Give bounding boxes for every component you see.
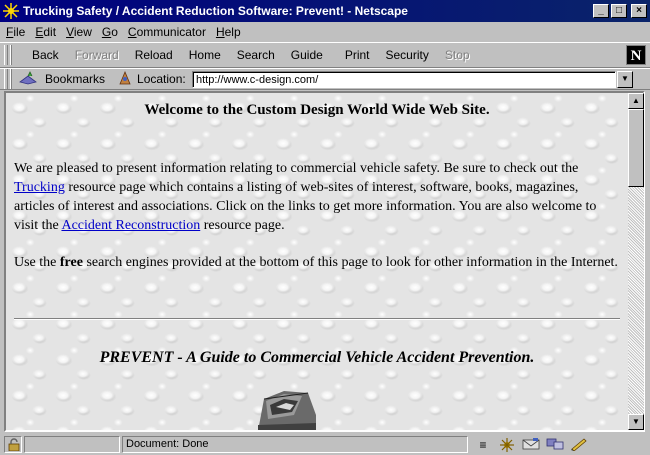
- maximize-button[interactable]: □: [611, 4, 627, 18]
- location-label: Location:: [137, 72, 186, 86]
- search-text-2: search engines provided at the bottom of…: [82, 255, 618, 270]
- minimize-button[interactable]: _: [593, 4, 609, 18]
- window-title: Trucking Safety / Accident Reduction Sof…: [23, 4, 408, 18]
- navigation-toolbar: Back Forward Reload Home Search Guide Pr…: [0, 42, 650, 68]
- navigator-icon[interactable]: [498, 437, 516, 453]
- menu-help[interactable]: Help: [216, 25, 241, 39]
- search-paragraph: Use the free search engines provided at …: [14, 253, 622, 272]
- mail-icon[interactable]: [522, 437, 540, 453]
- status-bar: Document: Done ≡: [0, 434, 650, 455]
- security-lock-icon[interactable]: [4, 436, 22, 453]
- bookmarks-icon: [18, 70, 40, 89]
- location-grip-handle[interactable]: [4, 69, 8, 89]
- print-button[interactable]: Print: [331, 48, 378, 62]
- progress-meter: [24, 436, 120, 453]
- content-frame: Welcome to the Custom Design World Wide …: [4, 91, 645, 432]
- menu-bar: File Edit View Go Communicator Help: [0, 22, 650, 42]
- netscape-logo[interactable]: N: [626, 45, 646, 65]
- security-button[interactable]: Security: [378, 48, 437, 62]
- intro-text-1: We are pleased to present information re…: [14, 161, 579, 176]
- menu-view[interactable]: View: [66, 25, 92, 39]
- toolbar-grip-handle[interactable]: [4, 45, 8, 65]
- title-bar: Trucking Safety / Accident Reduction Sof…: [0, 0, 650, 22]
- scroll-thumb[interactable]: [628, 109, 644, 187]
- location-label-group: Location:: [117, 70, 186, 89]
- reload-button[interactable]: Reload: [127, 48, 181, 62]
- component-bar-grip-icon[interactable]: ≡: [474, 437, 492, 453]
- bookmarks-label: Bookmarks: [45, 72, 106, 86]
- close-button[interactable]: ×: [631, 4, 647, 18]
- menu-file[interactable]: File: [6, 25, 25, 39]
- trucking-link[interactable]: Trucking: [14, 180, 65, 195]
- netscape-app-icon[interactable]: [3, 3, 19, 19]
- guide-button[interactable]: Guide: [283, 48, 331, 62]
- menu-edit[interactable]: Edit: [35, 25, 56, 39]
- composer-icon[interactable]: [570, 437, 588, 453]
- intro-paragraph: We are pleased to present information re…: [14, 159, 622, 235]
- home-button[interactable]: Home: [181, 48, 229, 62]
- intro-text-3: resource page.: [200, 218, 285, 233]
- page-content: Welcome to the Custom Design World Wide …: [6, 93, 628, 430]
- back-button[interactable]: Back: [16, 48, 67, 62]
- stop-button: Stop: [444, 48, 470, 62]
- vertical-scrollbar[interactable]: ▲ ▼: [628, 93, 644, 430]
- discussion-groups-icon[interactable]: [546, 437, 564, 453]
- location-dropdown-button[interactable]: ▼: [617, 71, 633, 88]
- forward-button: Forward: [74, 48, 119, 62]
- free-emphasis: free: [59, 255, 83, 270]
- search-button[interactable]: Search: [229, 48, 283, 62]
- menu-go[interactable]: Go: [102, 25, 118, 39]
- truck-image: [250, 385, 322, 430]
- welcome-heading: Welcome to the Custom Design World Wide …: [144, 102, 490, 118]
- scroll-up-button[interactable]: ▲: [628, 93, 644, 109]
- accident-reconstruction-link[interactable]: Accident Reconstruction: [61, 218, 200, 233]
- status-text: Document: Done: [122, 436, 468, 453]
- horizontal-rule: [14, 318, 620, 320]
- scroll-down-button[interactable]: ▼: [628, 414, 644, 430]
- bookmarks-button[interactable]: Bookmarks: [16, 70, 111, 89]
- prevent-heading: PREVENT - A Guide to Commercial Vehicle …: [99, 349, 535, 366]
- search-text-1: Use the: [14, 255, 60, 270]
- location-toolbar: Bookmarks Location: ▼: [0, 68, 650, 90]
- menu-communicator[interactable]: Communicator: [128, 25, 206, 39]
- location-url-input[interactable]: [192, 71, 616, 88]
- page-proxy-icon[interactable]: [117, 70, 133, 89]
